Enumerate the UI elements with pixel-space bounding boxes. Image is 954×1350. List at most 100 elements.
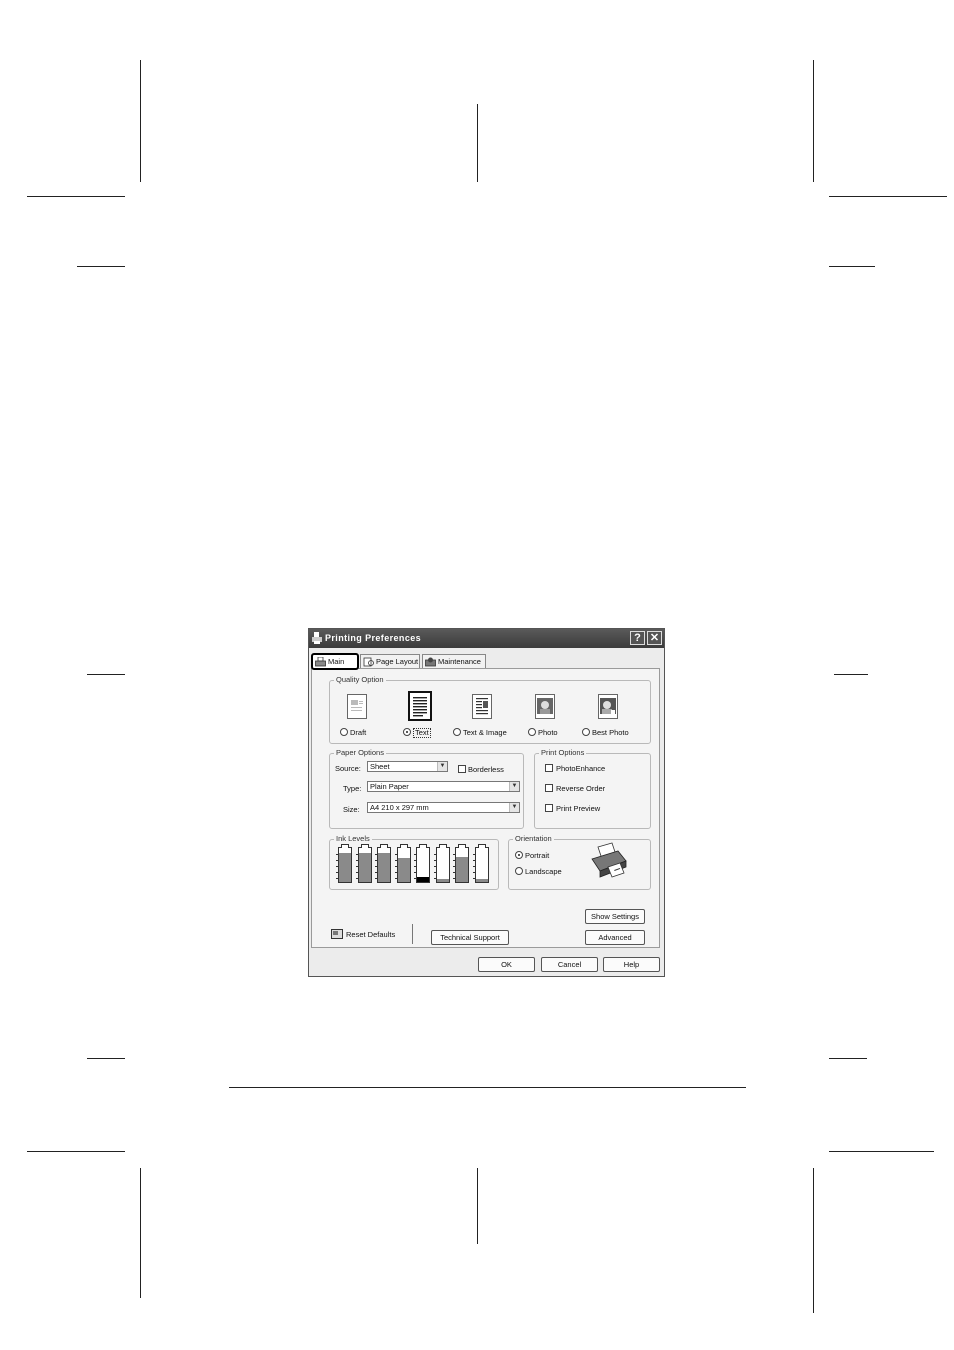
text-label: Text (413, 728, 431, 738)
printer-icon (312, 632, 322, 644)
ink-scale-tick (433, 854, 437, 855)
footer-rule (229, 1087, 746, 1088)
text-image-radio[interactable] (453, 728, 461, 736)
ink-cartridge-cap (380, 844, 388, 848)
crop-mark (140, 1168, 141, 1298)
chevron-down-icon[interactable]: ▼ (509, 782, 519, 791)
crop-mark (140, 60, 141, 182)
ink-level-fill (456, 856, 468, 882)
print-preview-label: Print Preview (556, 804, 601, 813)
printer-icon (315, 657, 326, 667)
best-photo-icon[interactable] (598, 694, 618, 719)
ink-scale-tick (453, 854, 456, 855)
crop-mark (77, 266, 125, 267)
text-icon[interactable] (408, 691, 432, 721)
ink-scale-tick (414, 860, 417, 861)
ink-level-fill (339, 853, 351, 882)
ok-button[interactable]: OK (478, 957, 535, 972)
group-label: Print Options (539, 748, 587, 757)
ink-scale-tick (394, 854, 398, 855)
photoenhance-label: PhotoEnhance (556, 764, 606, 773)
photo-radio[interactable] (528, 728, 536, 736)
ink-cartridge (375, 844, 391, 883)
type-label: Type: (343, 784, 362, 793)
ink-scale-tick (433, 866, 437, 867)
text-radio[interactable] (403, 728, 411, 736)
ink-cartridge (394, 844, 411, 883)
ink-cartridge (336, 844, 352, 883)
draft-label: Draft (350, 728, 367, 737)
portrait-label: Portrait (525, 851, 550, 860)
best-photo-radio[interactable] (582, 728, 590, 736)
reset-defaults-button[interactable]: Reset Defaults (327, 924, 413, 944)
advanced-button[interactable]: Advanced (585, 930, 645, 945)
ink-cartridge (414, 844, 430, 883)
dialog-title: Printing Preferences (325, 633, 422, 643)
type-select[interactable]: Plain Paper ▼ (367, 781, 520, 792)
text-image-label: Text & Image (463, 728, 507, 737)
tab-label: Main (328, 657, 345, 666)
ink-cartridge (433, 844, 450, 883)
print-preview-checkbox[interactable] (545, 804, 553, 812)
close-button[interactable]: ✕ (647, 631, 662, 645)
help-title-button[interactable]: ? (630, 631, 645, 645)
crop-mark (27, 196, 125, 197)
ink-level-fill (397, 858, 410, 882)
photoenhance-checkbox[interactable] (545, 764, 553, 772)
ink-cartridge (355, 844, 372, 883)
technical-support-button[interactable]: Technical Support (431, 930, 509, 945)
crop-mark (829, 196, 947, 197)
crop-mark (477, 104, 478, 182)
text-image-icon[interactable] (472, 694, 492, 719)
ink-scale-tick (472, 866, 476, 867)
source-value: Sheet (370, 762, 390, 771)
ink-scale-tick (433, 872, 437, 873)
crop-mark (834, 674, 868, 675)
ink-level-fill (436, 878, 449, 882)
ink-level-fill (358, 853, 371, 882)
landscape-label: Landscape (525, 867, 562, 876)
reverse-order-label: Reverse Order (556, 784, 606, 793)
help-button[interactable]: Help (603, 957, 660, 972)
crop-mark (813, 60, 814, 182)
tab-page-layout[interactable]: Page Layout (360, 654, 420, 668)
ink-cartridge-cap (458, 844, 466, 848)
borderless-checkbox[interactable] (458, 765, 466, 773)
portrait-radio[interactable] (515, 851, 523, 859)
crop-mark (477, 1168, 478, 1244)
title-bar[interactable]: Printing Preferences ? ✕ (309, 629, 664, 648)
group-label: Paper Options (334, 748, 386, 757)
ink-cartridge-cap (419, 844, 427, 848)
reset-defaults-label: Reset Defaults (346, 930, 396, 939)
tab-main[interactable]: Main (311, 653, 359, 670)
crop-mark (829, 1058, 867, 1059)
draft-icon[interactable] (347, 694, 367, 719)
ink-scale-tick (414, 866, 417, 867)
borderless-label: Borderless (468, 765, 504, 774)
best-photo-label: Best Photo (592, 728, 629, 737)
source-label: Source: (335, 764, 361, 773)
ink-scale-tick (472, 872, 476, 873)
photo-label: Photo (538, 728, 558, 737)
ink-scale-tick (414, 872, 417, 873)
crop-mark (829, 1151, 934, 1152)
size-value: A4 210 x 297 mm (370, 803, 429, 812)
tab-maintenance[interactable]: Maintenance (422, 654, 486, 668)
size-select[interactable]: A4 210 x 297 mm ▼ (367, 802, 520, 813)
ink-level-fill (475, 878, 488, 882)
ink-scale-tick (433, 860, 437, 861)
chevron-down-icon[interactable]: ▼ (437, 762, 447, 771)
reset-defaults-icon (331, 929, 343, 939)
landscape-radio[interactable] (515, 867, 523, 875)
ink-scale-tick (472, 854, 476, 855)
photo-icon[interactable] (535, 694, 555, 719)
page-layout-icon (363, 657, 374, 667)
draft-radio[interactable] (340, 728, 348, 736)
source-select[interactable]: Sheet ▼ (367, 761, 448, 772)
ink-cartridge-cap (399, 844, 408, 848)
reverse-order-checkbox[interactable] (545, 784, 553, 792)
cancel-button[interactable]: Cancel (541, 957, 598, 972)
ink-level-fill (378, 853, 390, 882)
show-settings-button[interactable]: Show Settings (585, 909, 645, 924)
chevron-down-icon[interactable]: ▼ (509, 803, 519, 812)
